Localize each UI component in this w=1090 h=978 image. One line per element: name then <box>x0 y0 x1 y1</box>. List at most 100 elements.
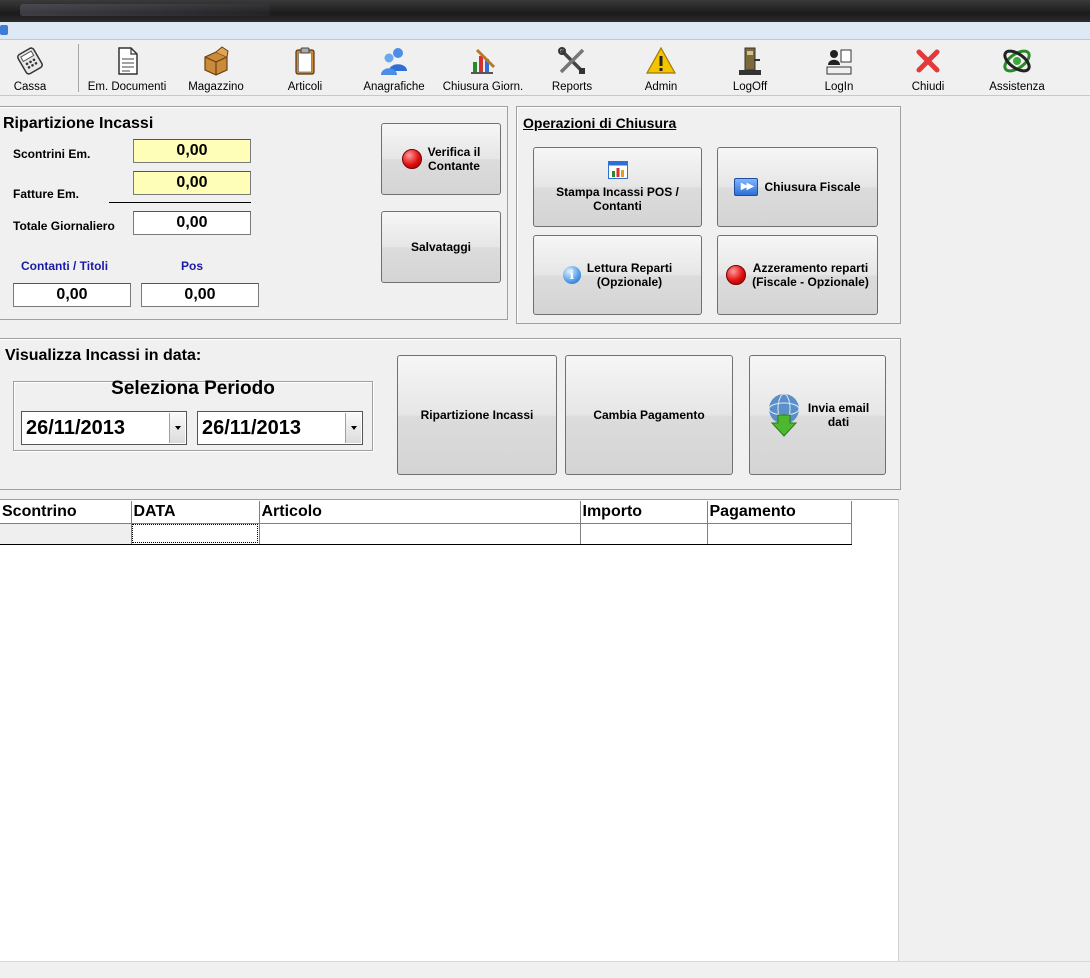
column-header-data[interactable]: DATA <box>131 501 260 524</box>
scontrini-value-field[interactable]: 0,00 <box>133 139 251 163</box>
window-title-blur <box>20 4 270 16</box>
toolbar-label: Chiudi <box>911 81 945 93</box>
email-label-line2: dati <box>827 415 850 429</box>
pos-label: Pos <box>181 259 204 273</box>
toolbar-cassa-button[interactable]: Cassa <box>0 42 60 94</box>
chiusura-panel: Operazioni di Chiusura Stampa Incassi PO… <box>516 106 901 324</box>
toolbar-label: Reports <box>551 81 593 93</box>
toolbar-reports-button[interactable]: Reports <box>542 42 602 94</box>
toolbar-articoli-button[interactable]: Articoli <box>276 42 334 94</box>
cambia-pagamento-button[interactable]: Cambia Pagamento <box>565 355 733 475</box>
chevron-down-icon[interactable] <box>345 413 361 443</box>
contanti-value-field[interactable]: 0,00 <box>13 283 131 307</box>
table-cell[interactable] <box>580 523 708 545</box>
totale-value-field[interactable]: 0,00 <box>133 211 251 235</box>
ripartizione-btn-label: Ripartizione Incassi <box>420 408 534 422</box>
app-icon <box>0 25 8 35</box>
login-icon <box>826 49 852 75</box>
visualizza-panel: Visualizza Incassi in data: Seleziona Pe… <box>0 338 901 490</box>
window-titlebar <box>0 0 1090 22</box>
chevron-down-icon[interactable] <box>169 413 185 443</box>
date-to-combo[interactable]: 26/11/2013 <box>197 411 363 445</box>
toolbar-chiusura-giorn-button[interactable]: Chiusura Giorn. <box>438 42 528 94</box>
toolbar-label: Magazzino <box>188 81 244 93</box>
salvataggi-label: Salvataggi <box>410 240 472 254</box>
main-toolbar: Cassa Em. Documenti Magazzino Articoli A… <box>0 40 1090 96</box>
table-cell[interactable] <box>259 523 581 545</box>
incassi-table: Scontrino DATA Articolo Importo Pagament… <box>0 501 852 545</box>
column-header-pagamento[interactable]: Pagamento <box>707 501 852 524</box>
toolbar-label: LogOff <box>732 81 768 93</box>
table-cell[interactable] <box>131 523 260 545</box>
toolbar-em-documenti-button[interactable]: Em. Documenti <box>82 42 172 94</box>
users-icon <box>381 48 407 75</box>
document-icon <box>118 47 138 75</box>
red-dot-icon <box>401 149 422 169</box>
lettura-label: Lettura Reparti (Opzionale) <box>587 261 672 289</box>
verifica-label-line1: Verifica il <box>427 145 481 159</box>
column-header-scontrino[interactable]: Scontrino <box>0 501 132 524</box>
table-cell[interactable] <box>707 523 852 545</box>
toolbar-label: Em. Documenti <box>87 81 167 93</box>
date-from-combo[interactable]: 26/11/2013 <box>21 411 187 445</box>
red-dot-icon <box>726 265 747 285</box>
toolbar-label: Anagrafiche <box>363 81 425 93</box>
lettura-label-line1: Lettura Reparti <box>586 261 673 275</box>
box-icon <box>204 46 229 76</box>
incassi-grid: Scontrino DATA Articolo Importo Pagament… <box>0 499 899 961</box>
lettura-reparti-button[interactable]: i Lettura Reparti (Opzionale) <box>533 235 702 315</box>
azzeramento-reparti-button[interactable]: Azzeramento reparti (Fiscale - Opzionale) <box>717 235 878 315</box>
toolbar-label: Articoli <box>287 81 323 93</box>
periodo-label: Seleziona Periodo <box>111 378 275 399</box>
salvataggi-button[interactable]: Salvataggi <box>381 211 501 283</box>
clipboard-icon <box>295 47 315 75</box>
logoff-icon <box>739 47 761 75</box>
toolbar-admin-button[interactable]: Admin <box>632 42 690 94</box>
toolbar-chiudi-button[interactable]: Chiudi <box>898 42 958 94</box>
fatture-label: Fatture Em. <box>13 187 80 201</box>
globe-download-icon <box>768 393 800 437</box>
support-icon <box>1003 49 1031 73</box>
toolbar-separator <box>78 44 79 92</box>
ripartizione-incassi-button[interactable]: Ripartizione Incassi <box>397 355 557 475</box>
column-header-articolo[interactable]: Articolo <box>259 501 581 524</box>
table-row[interactable] <box>0 523 852 545</box>
sum-divider <box>109 202 251 203</box>
scontrini-label: Scontrini Em. <box>13 147 91 161</box>
toolbar-anagrafiche-button[interactable]: Anagrafiche <box>358 42 430 94</box>
warning-icon <box>645 46 677 74</box>
toolbar-assistenza-button[interactable]: Assistenza <box>982 42 1052 94</box>
toolbar-logoff-button[interactable]: LogOff <box>720 42 780 94</box>
stampa-incassi-button[interactable]: Stampa Incassi POS / Contanti <box>533 147 702 227</box>
table-cell[interactable] <box>0 523 132 545</box>
toolbar-login-button[interactable]: LogIn <box>810 42 868 94</box>
fiscale-label: Chiusura Fiscale <box>764 180 861 194</box>
toolbar-label: Assistenza <box>989 81 1045 93</box>
azzeramento-label-line2: (Fiscale - Opzionale) <box>752 275 869 289</box>
ripartizione-panel: Ripartizione Incassi Scontrini Em. 0,00 … <box>0 106 508 320</box>
toolbar-label: Admin <box>644 81 678 93</box>
ripartizione-title: Ripartizione Incassi <box>3 115 154 132</box>
toolbar-label: Chiusura Giorn. <box>442 81 524 93</box>
close-icon <box>916 49 940 73</box>
report-chart-icon <box>607 161 628 179</box>
toolbar-magazzino-button[interactable]: Magazzino <box>182 42 250 94</box>
verifica-label-line2: Contante <box>427 159 480 173</box>
fatture-value-field[interactable]: 0,00 <box>133 171 251 195</box>
visualizza-title: Visualizza Incassi in data: <box>5 347 202 364</box>
lettura-label-line2: (Opzionale) <box>596 275 663 289</box>
contanti-label: Contanti / Titoli <box>21 259 109 273</box>
chart-pen-icon <box>471 48 496 74</box>
toolbar-label: LogIn <box>824 81 854 93</box>
chiusura-fiscale-button[interactable]: ▶▶ Chiusura Fiscale <box>717 147 878 227</box>
info-icon: i <box>562 266 581 284</box>
toolbar-label: Cassa <box>13 81 47 93</box>
verifica-label: Verifica il Contante <box>428 145 481 173</box>
column-header-importo[interactable]: Importo <box>580 501 708 524</box>
stampa-label: Stampa Incassi POS / Contanti <box>556 185 679 213</box>
invia-email-button[interactable]: Invia email dati <box>749 355 886 475</box>
pos-value-field[interactable]: 0,00 <box>141 283 259 307</box>
calculator-icon <box>17 47 43 75</box>
verifica-contante-button[interactable]: Verifica il Contante <box>381 123 501 195</box>
tools-icon <box>558 47 585 74</box>
